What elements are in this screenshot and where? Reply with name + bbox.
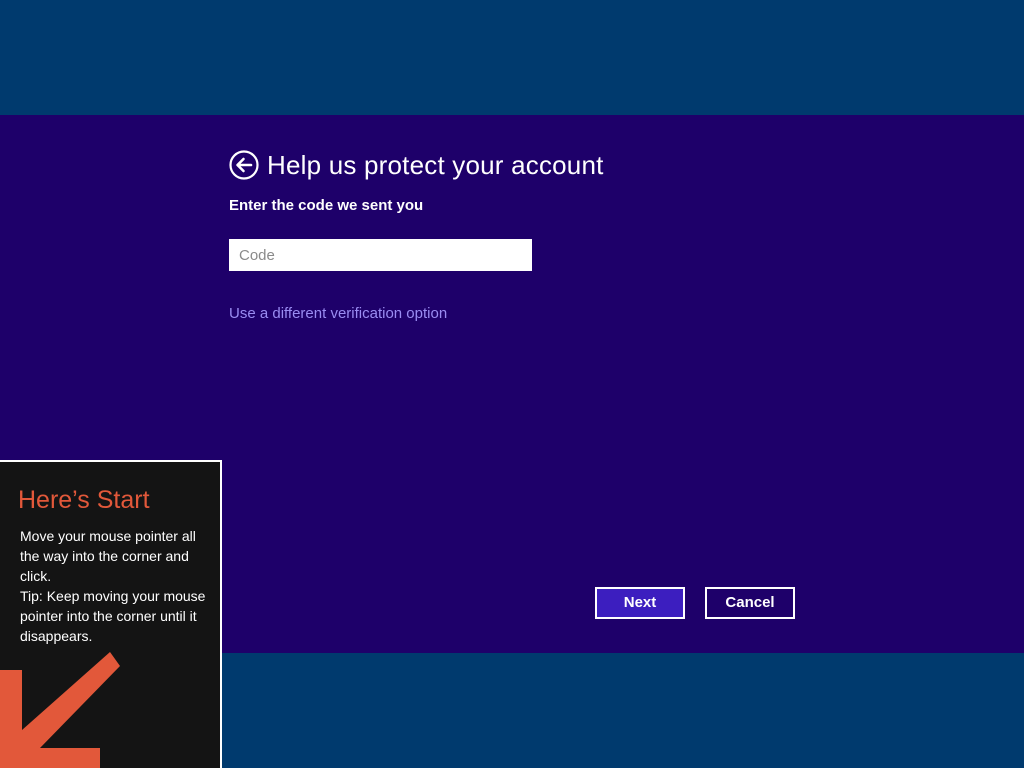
tip-instruction: Move your mouse pointer all the way into… — [20, 528, 196, 584]
cancel-button[interactable]: Cancel — [705, 587, 795, 619]
back-arrow-icon[interactable] — [229, 150, 259, 180]
page-title: Help us protect your account — [267, 150, 604, 180]
tip-title: Here’s Start — [18, 486, 150, 514]
next-button[interactable]: Next — [595, 587, 685, 619]
different-verification-link[interactable]: Use a different verification option — [229, 305, 447, 322]
tip-hint: Tip: Keep moving your mouse pointer into… — [20, 588, 206, 644]
start-corner-arrow-icon — [0, 652, 120, 768]
code-input[interactable] — [229, 239, 532, 271]
tip-body: Move your mouse pointer all the way into… — [20, 526, 210, 646]
title-row: Help us protect your account — [229, 149, 604, 181]
top-background-band — [0, 0, 1024, 115]
instruction-text: Enter the code we sent you — [229, 197, 424, 214]
start-tip-panel: Here’s Start Move your mouse pointer all… — [0, 460, 222, 768]
